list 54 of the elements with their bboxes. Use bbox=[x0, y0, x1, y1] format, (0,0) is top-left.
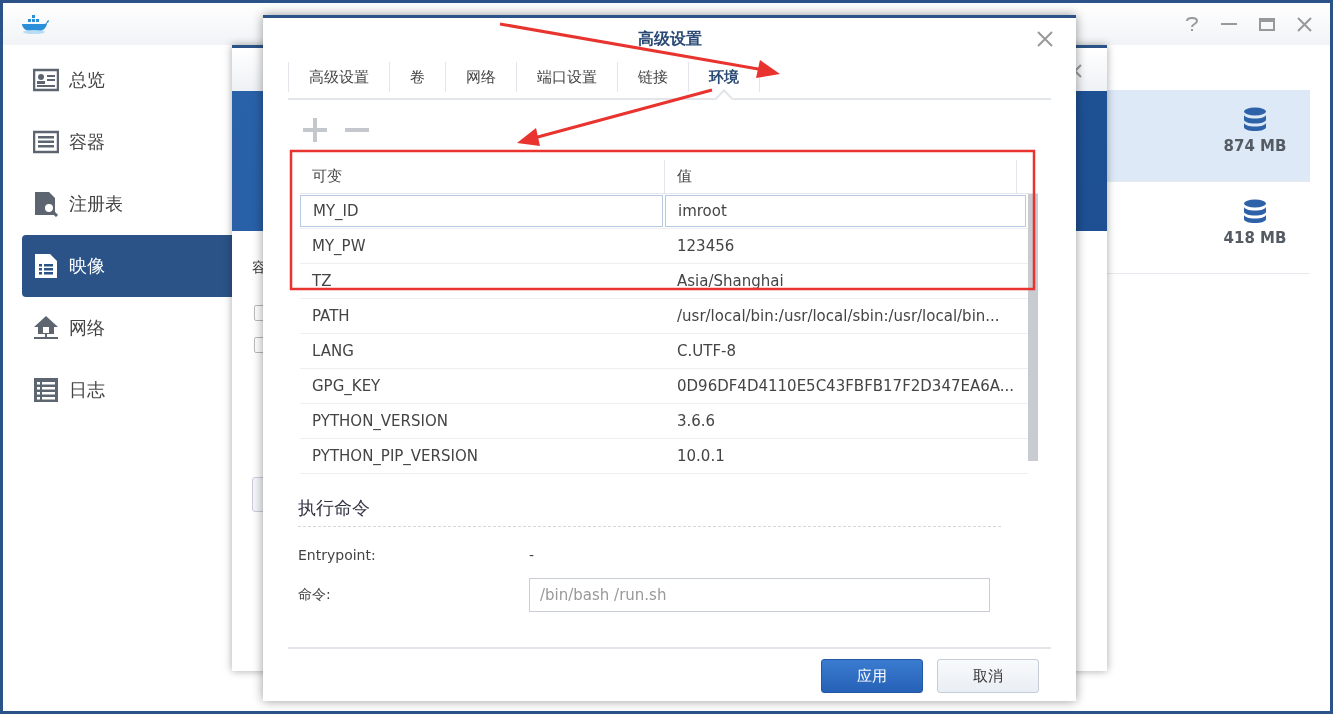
image-size: 418 MB bbox=[1223, 229, 1287, 247]
whale-logo-icon bbox=[20, 13, 50, 35]
tab[interactable]: 卷 bbox=[389, 62, 445, 92]
help-icon[interactable] bbox=[1185, 17, 1199, 31]
field-label: 命令: bbox=[298, 586, 332, 604]
image-size: 874 MB bbox=[1223, 137, 1287, 155]
close-icon[interactable] bbox=[1037, 31, 1053, 47]
database-icon bbox=[1243, 107, 1267, 131]
maximize-icon[interactable] bbox=[1259, 17, 1275, 31]
sidebar-item[interactable]: 网络 bbox=[22, 297, 233, 359]
sidebar-item[interactable]: 注册表 bbox=[22, 173, 233, 235]
sidebar-item[interactable]: 映像 bbox=[22, 235, 233, 297]
tab[interactable]: 端口设置 bbox=[516, 62, 617, 92]
table-cell-text: Asia/Shanghai bbox=[676, 271, 785, 292]
add-icon[interactable] bbox=[303, 118, 327, 142]
tab[interactable]: 链接 bbox=[617, 62, 688, 92]
tab[interactable]: 网络 bbox=[445, 62, 516, 92]
sidebar-item[interactable]: 日志 bbox=[22, 359, 233, 421]
table-cell-text: PYTHON_PIP_VERSION bbox=[311, 446, 479, 467]
sidebar-item[interactable]: 总览 bbox=[22, 49, 233, 111]
table-cell-text: /usr/local/bin:/usr/local/sbin:/usr/local/bin... bbox=[676, 306, 1001, 327]
apply-button[interactable]: 应用 bbox=[821, 659, 923, 693]
cancel-button[interactable]: 取消 bbox=[937, 659, 1039, 693]
table-cell-text: C.UTF-8 bbox=[676, 341, 737, 362]
table-cell-text: 123456 bbox=[676, 236, 736, 257]
field-value: - bbox=[529, 547, 535, 563]
table-cell-text: MY_PW bbox=[311, 236, 367, 257]
command-input-field[interactable]: /bin/bash /run.sh bbox=[529, 578, 990, 612]
close-icon[interactable] bbox=[1297, 16, 1312, 32]
database-icon bbox=[1243, 199, 1267, 223]
table-cell-text: GPG_KEY bbox=[311, 376, 382, 397]
table-cell-text: TZ bbox=[311, 271, 333, 292]
column-header: 可变 bbox=[300, 160, 665, 193]
list-icon bbox=[33, 377, 59, 403]
dialog-title: 高级设置 bbox=[637, 28, 702, 50]
house-network-icon bbox=[33, 315, 59, 341]
section-title: 执行命令 bbox=[298, 496, 1001, 527]
table-cell-text: 10.0.1 bbox=[676, 446, 726, 467]
tab[interactable]: 高级设置 bbox=[288, 62, 389, 92]
id-card-icon bbox=[33, 67, 59, 93]
name-input-field[interactable]: MY_ID bbox=[300, 195, 663, 227]
value-input-field[interactable]: imroot bbox=[665, 195, 1026, 227]
scrollbar[interactable] bbox=[1028, 194, 1038, 461]
table-cell-text: 0D96DF4D4110E5C43FBFB17F2D347EA6A... bbox=[676, 376, 1016, 397]
table-cell-text: PATH bbox=[311, 306, 351, 327]
table-cell-text: LANG bbox=[311, 341, 355, 362]
table-cell-text: PYTHON_VERSION bbox=[311, 411, 449, 432]
table-cell-text: 3.6.6 bbox=[676, 411, 717, 432]
sidebar-item[interactable]: 容器 bbox=[22, 111, 233, 173]
field-label: Entrypoint: bbox=[298, 547, 377, 563]
document-search-icon bbox=[33, 191, 59, 217]
list-box-icon bbox=[33, 129, 59, 155]
document-list-icon bbox=[33, 253, 59, 279]
column-header: 值 bbox=[665, 160, 1017, 193]
